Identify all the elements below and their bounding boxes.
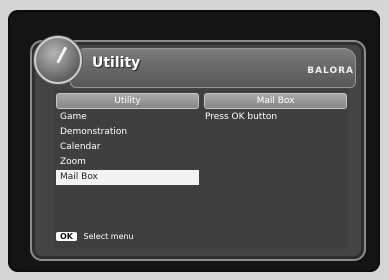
menu-item-zoom[interactable]: Zoom	[56, 155, 199, 170]
menu-item-game[interactable]: Game	[56, 110, 199, 125]
menu-list: Game Demonstration Calendar Zoom Mail Bo…	[56, 110, 199, 185]
detail-text: Press OK button	[205, 112, 278, 122]
brand-logo: BALORA	[307, 66, 354, 76]
footer-hint-text: Select menu	[83, 232, 134, 241]
column-header-right: Mail Box	[204, 93, 347, 109]
dial-icon	[34, 36, 82, 84]
menu-item-demonstration[interactable]: Demonstration	[56, 125, 199, 140]
ok-key-icon: OK	[56, 232, 77, 241]
menu-item-calendar[interactable]: Calendar	[56, 140, 199, 155]
menu-item-mail-box[interactable]: Mail Box	[56, 170, 199, 185]
page-title: Utility	[92, 55, 141, 71]
column-header-left: Utility	[56, 93, 199, 109]
footer-hint: OK Select menu	[56, 232, 134, 241]
